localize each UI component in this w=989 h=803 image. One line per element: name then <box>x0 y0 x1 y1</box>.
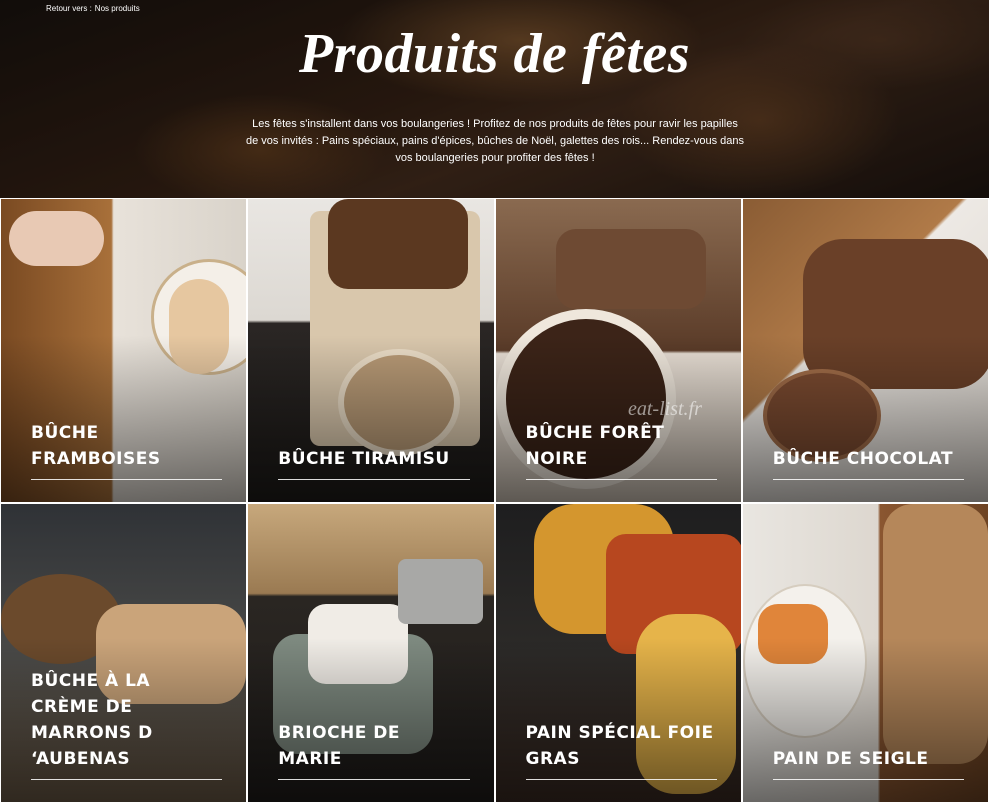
label-underline <box>278 779 470 780</box>
product-card-buche-tiramisu[interactable]: BÛCHE TIRAMISU <box>247 198 495 503</box>
breadcrumb-link-nos-produits[interactable]: Nos produits <box>95 4 140 13</box>
product-card-buche-framboises[interactable]: BÛCHE FRAMBOISES <box>0 198 248 503</box>
label-underline <box>525 479 717 480</box>
label-underline <box>772 779 964 780</box>
product-label: PAIN SPÉCIAL FOIE GRAS <box>525 723 714 769</box>
product-grid: BÛCHE FRAMBOISES BÛCHE TIRAMISU BÛCHE FO… <box>0 198 989 803</box>
product-label: BÛCHE CHOCOLAT <box>772 449 954 469</box>
product-label: BÛCHE À LA CRÈME DE MARRONS D ‘AUBENAS <box>31 671 153 769</box>
page-title: Produits de fêtes <box>298 23 691 85</box>
watermark: eat-list.fr <box>628 398 702 420</box>
product-card-brioche-de-marie[interactable]: BRIOCHE DE MARIE <box>247 503 495 803</box>
product-label: BÛCHE TIRAMISU <box>278 449 450 469</box>
product-card-pain-special-foie-gras[interactable]: PAIN SPÉCIAL FOIE GRAS <box>494 503 742 803</box>
breadcrumb-prefix: Retour vers : <box>46 4 92 13</box>
label-underline <box>525 779 717 780</box>
hero-description: Les fêtes s'installent dans vos boulange… <box>246 118 744 164</box>
product-label: BÛCHE FORÊT NOIRE <box>525 423 665 469</box>
product-card-buche-chocolat[interactable]: BÛCHE CHOCOLAT <box>741 198 989 503</box>
hero-banner: Retour vers : Nos produits Produits de fê… <box>0 0 989 198</box>
product-card-buche-foret-noire[interactable]: BÛCHE FORÊT NOIRE <box>494 198 742 503</box>
label-underline <box>31 479 223 480</box>
product-label: PAIN DE SEIGLE <box>772 749 929 769</box>
product-label: BRIOCHE DE MARIE <box>278 723 401 769</box>
breadcrumb: Retour vers : Nos produits <box>46 4 140 13</box>
label-underline <box>772 479 964 480</box>
label-underline <box>31 779 223 780</box>
product-card-pain-de-seigle[interactable]: PAIN DE SEIGLE <box>741 503 989 803</box>
product-label: BÛCHE FRAMBOISES <box>31 423 161 469</box>
product-card-buche-creme-marrons[interactable]: BÛCHE À LA CRÈME DE MARRONS D ‘AUBENAS <box>0 503 248 803</box>
label-underline <box>278 479 470 480</box>
